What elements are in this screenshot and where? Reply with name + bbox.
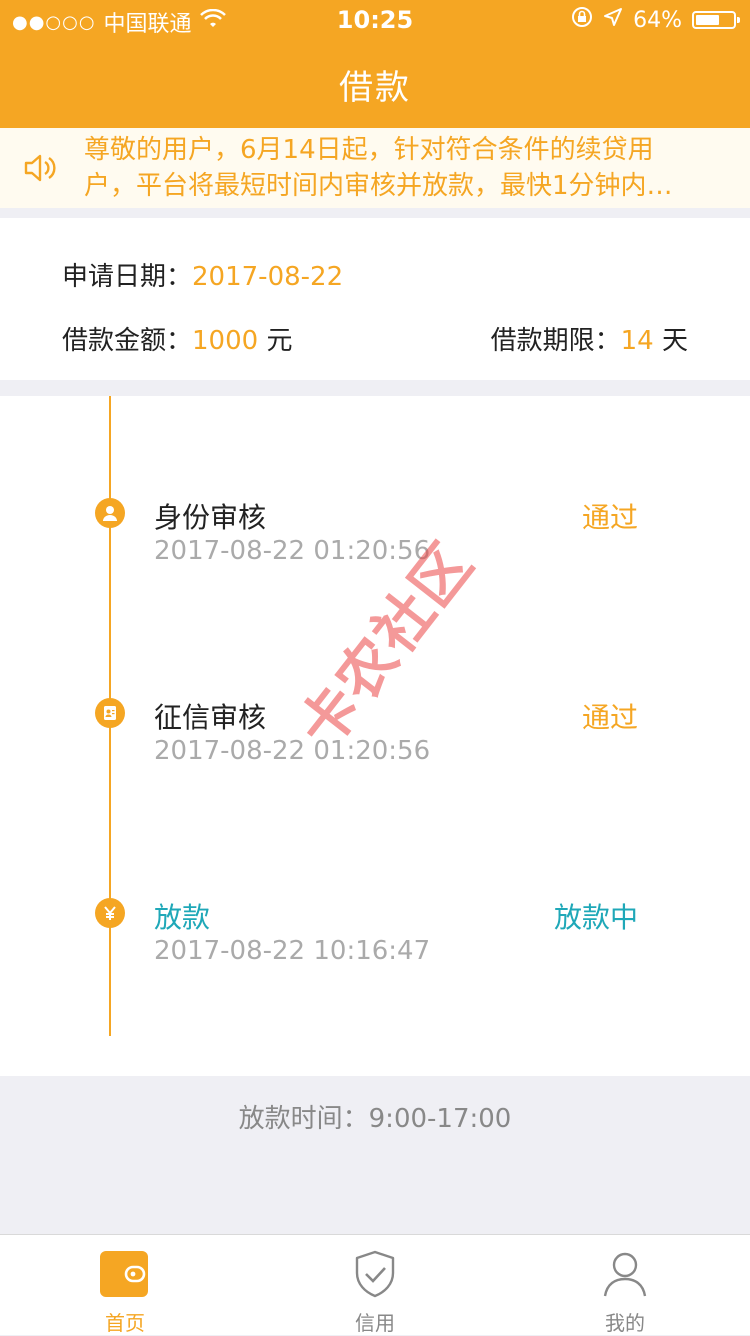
wallet-icon — [100, 1251, 148, 1297]
tab-home-label: 首页 — [105, 1311, 145, 1335]
step-status-credit: 通过 — [581, 701, 638, 734]
shield-check-icon — [355, 1250, 395, 1298]
step-time-identity: 2017-08-22 01:20:56 — [154, 536, 431, 566]
notice-line-1: 尊敬的用户，6月14日起，针对符合条件的续贷用 — [84, 135, 654, 165]
term-label: 借款期限： — [490, 326, 621, 356]
term-row: 借款期限：14 天 — [491, 320, 688, 357]
contact-card-icon — [95, 698, 125, 728]
amount-row: 借款金额：1000 元 — [62, 320, 292, 357]
tab-bar: 首页 信用 我的 — [0, 1234, 750, 1335]
notice-line-2: 户，平台将最短时间内审核并放款，最快1分钟内… — [84, 171, 673, 201]
speaker-icon — [24, 154, 56, 182]
battery-percent: 64% — [633, 7, 682, 33]
tab-credit-label: 信用 — [355, 1311, 395, 1335]
yen-icon — [95, 898, 125, 928]
tab-mine[interactable]: 我的 — [500, 1235, 750, 1335]
user-icon — [95, 498, 125, 528]
apply-date-row: 申请日期：2017-08-22 — [62, 256, 343, 293]
amount-unit: 元 — [258, 326, 293, 356]
location-icon — [603, 7, 623, 33]
notice-banner[interactable]: 尊敬的用户，6月14日起，针对符合条件的续贷用 户，平台将最短时间内审核并放款，… — [0, 128, 750, 208]
battery-icon — [692, 11, 740, 29]
apply-date-value: 2017-08-22 — [192, 262, 344, 292]
person-icon — [603, 1252, 647, 1297]
tab-mine-label: 我的 — [605, 1311, 645, 1335]
progress-timeline: 身份审核 2017-08-22 01:20:56 通过 征信审核 2017-08… — [0, 396, 750, 1076]
status-bar: ●●○○○ 中国联通 10:25 64% — [0, 0, 750, 40]
rotation-lock-icon — [571, 6, 593, 34]
step-title-identity: 身份审核 — [154, 501, 267, 534]
status-right: 64% — [571, 6, 740, 34]
step-time-disburse: 2017-08-22 10:16:47 — [154, 936, 431, 966]
term-unit: 天 — [653, 326, 688, 356]
step-title-disburse: 放款 — [154, 901, 211, 934]
loan-info-card: 申请日期：2017-08-22 借款金额：1000 元 借款期限：14 天 — [0, 218, 750, 380]
step-status-identity: 通过 — [581, 501, 638, 534]
amount-label: 借款金额： — [62, 326, 193, 356]
tab-home[interactable]: 首页 — [0, 1235, 250, 1335]
apply-date-label: 申请日期： — [62, 262, 193, 292]
step-status-disburse: 放款中 — [553, 901, 638, 934]
tab-credit[interactable]: 信用 — [250, 1235, 500, 1335]
top-bar: ●●○○○ 中国联通 10:25 64% 借款 — [0, 0, 750, 128]
step-title-credit: 征信审核 — [154, 701, 267, 734]
disbursement-hours: 放款时间：9:00-17:00 — [238, 1104, 512, 1134]
amount-value: 1000 — [192, 326, 259, 356]
battery-fill — [696, 15, 720, 25]
step-time-credit: 2017-08-22 01:20:56 — [154, 736, 431, 766]
page-title: 借款 — [339, 68, 411, 108]
term-value: 14 — [620, 326, 654, 356]
notice-text: 尊敬的用户，6月14日起，针对符合条件的续贷用 户，平台将最短时间内审核并放款，… — [84, 132, 730, 204]
